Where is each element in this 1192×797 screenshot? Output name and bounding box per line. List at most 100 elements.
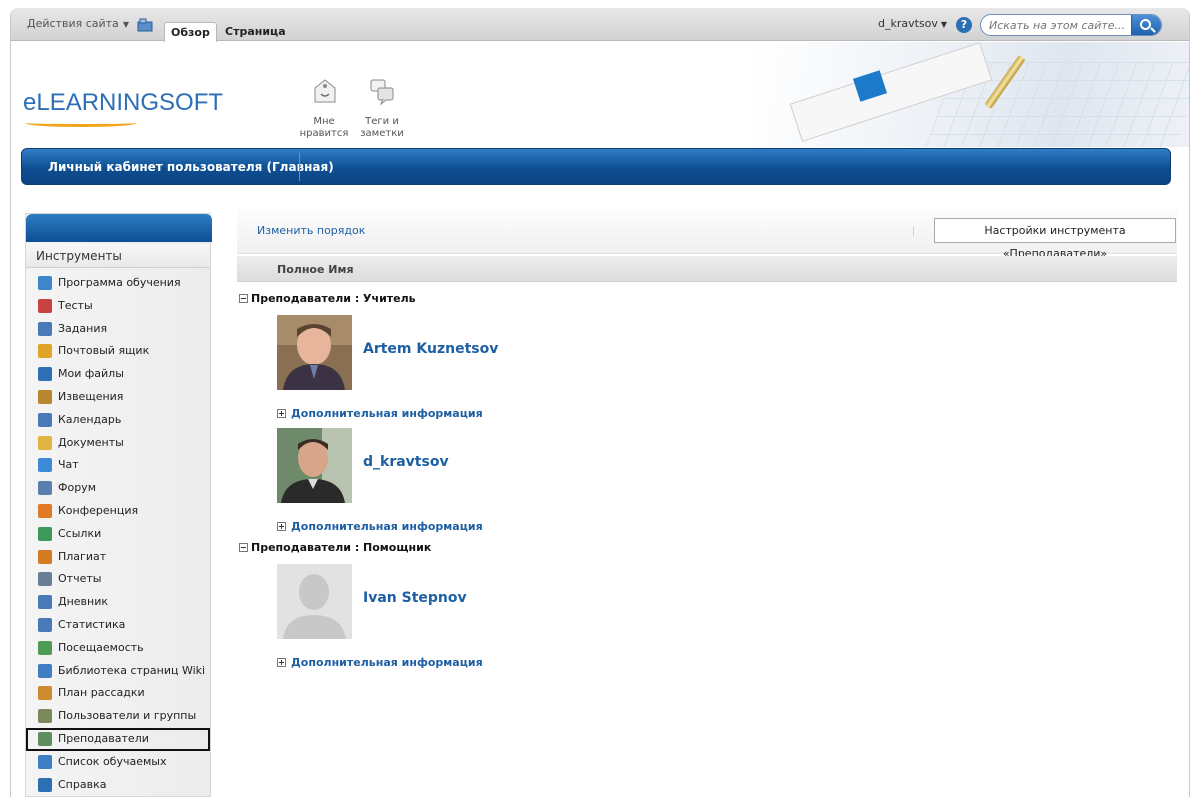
my-files-icon: [38, 367, 52, 382]
sidebar-item[interactable]: Плагиат: [26, 546, 210, 569]
person-card: d_kravtsov: [277, 428, 877, 508]
sidebar-item[interactable]: Статистика: [26, 614, 210, 637]
sidebar-item[interactable]: Документы: [26, 432, 210, 455]
expand-icon: [277, 658, 286, 667]
collapse-icon[interactable]: [239, 543, 248, 552]
sidebar-item-label: Программа обучения: [58, 276, 181, 289]
user-menu[interactable]: d_kravtsov ▼: [878, 17, 947, 30]
more-info-toggle[interactable]: Дополнительная информация: [277, 656, 483, 669]
group-header-teacher[interactable]: Преподаватели : Учитель: [239, 292, 416, 305]
search-button[interactable]: [1131, 15, 1161, 35]
sidebar-heading: Инструменты: [26, 244, 210, 268]
sidebar-item-label: Форум: [58, 481, 96, 495]
sidebar-item[interactable]: Преподаватели: [26, 727, 210, 751]
sidebar-item[interactable]: Мои файлы: [26, 363, 210, 386]
sidebar-item[interactable]: Чат: [26, 454, 210, 477]
default-avatar-placeholder[interactable]: [277, 564, 352, 639]
person-card: Artem Kuznetsov: [277, 315, 877, 395]
sidebar-item[interactable]: Посещаемость: [26, 637, 210, 660]
sidebar-item[interactable]: Почтовый ящик: [26, 340, 210, 363]
person-photo-dkravtsov[interactable]: [277, 428, 352, 503]
sidebar-item-label: Тесты: [58, 298, 93, 312]
sidebar-item[interactable]: Пользователи и группы: [26, 705, 210, 728]
navigate-up-icon[interactable]: [137, 18, 153, 32]
search-input[interactable]: [989, 18, 1129, 33]
sidebar-item-label: Календарь: [58, 412, 122, 426]
tags-label-line1: Теги и: [365, 116, 399, 127]
sidebar-item[interactable]: План рассадки: [26, 682, 210, 705]
sidebar-item-label: Плагиат: [58, 549, 107, 563]
tool-settings-button[interactable]: Настройки инструмента «Преподаватели»: [934, 218, 1176, 260]
mailbox-icon: [38, 344, 52, 359]
like-label-line2: нравится: [299, 128, 349, 139]
group-title: Преподаватели : Помощник: [251, 541, 432, 554]
tab-overview[interactable]: Обзор: [164, 22, 217, 42]
curriculum-icon: [38, 276, 52, 290]
learners-list-icon: [38, 754, 52, 769]
chevron-down-icon: ▼: [940, 20, 948, 29]
sidebar-item[interactable]: Задания: [26, 318, 210, 341]
collapse-icon[interactable]: [239, 294, 248, 303]
person-name-link[interactable]: d_kravtsov: [363, 454, 449, 470]
wiki-library-icon: [38, 663, 52, 678]
calendar-icon: [38, 412, 52, 427]
main-content: Изменить порядок Настройки инструмента «…: [237, 208, 1177, 797]
sidebar-item-label: Конференция: [58, 503, 139, 517]
sidebar-item[interactable]: Конференция: [26, 500, 210, 523]
person-name-link[interactable]: Ivan Stepnov: [363, 590, 467, 606]
sidebar-item[interactable]: Список обучаемых: [26, 751, 210, 774]
group-header-assistant[interactable]: Преподаватели : Помощник: [239, 541, 431, 554]
person-name-link[interactable]: Artem Kuznetsov: [363, 341, 498, 357]
logo-text: eLEARNINGSOFT: [23, 89, 224, 116]
sidebar-item[interactable]: Справка: [26, 774, 210, 797]
page-title[interactable]: Личный кабинет пользователя (Главная): [48, 160, 334, 174]
tab-page[interactable]: Страница: [219, 22, 292, 41]
links-icon: [38, 526, 52, 541]
sidebar-item[interactable]: Отчеты: [26, 568, 210, 591]
sidebar-item[interactable]: Тесты: [26, 295, 210, 318]
tests-icon: [38, 298, 52, 313]
plagiarism-icon: [38, 549, 52, 564]
assignments-icon: [38, 321, 52, 336]
sidebar-item[interactable]: Программа обучения: [26, 272, 210, 295]
sidebar-item[interactable]: Извещения: [26, 386, 210, 409]
help-icon[interactable]: ?: [956, 17, 972, 33]
sidebar-cap: [26, 214, 212, 242]
sidebar-item[interactable]: Дневник: [26, 591, 210, 614]
expand-icon: [277, 409, 286, 418]
sidebar-item-label: Отчеты: [58, 572, 102, 586]
sidebar-item-label: Статистика: [58, 617, 126, 631]
main-toolbar: Изменить порядок Настройки инструмента «…: [237, 208, 1177, 260]
reorder-link[interactable]: Изменить порядок: [257, 224, 365, 237]
person-photo-artem[interactable]: [277, 315, 352, 390]
documents-icon: [38, 435, 52, 450]
sidebar-item-label: Преподаватели: [58, 731, 149, 745]
conference-icon: [38, 503, 52, 518]
sidebar-item-label: Задания: [58, 321, 108, 335]
more-info-toggle[interactable]: Дополнительная информация: [277, 520, 483, 533]
help-icon: [38, 777, 52, 792]
site-actions-label: Действия сайта: [27, 17, 119, 30]
sidebar-item[interactable]: Календарь: [26, 409, 210, 432]
person-card: Ivan Stepnov: [277, 564, 877, 644]
tags-label-line2: заметки: [360, 128, 404, 139]
tags-notes-button[interactable]: Теги и заметки: [354, 78, 410, 140]
sidebar-item-label: Мои файлы: [58, 367, 124, 381]
group-title: Преподаватели : Учитель: [251, 292, 416, 305]
thumbs-up-tag-icon: [314, 79, 336, 103]
site-actions-menu[interactable]: Действия сайта ▼: [27, 17, 129, 30]
more-info-label: Дополнительная информация: [291, 520, 483, 533]
sidebar-item[interactable]: Библиотека страниц Wiki: [26, 660, 210, 683]
users-groups-icon: [38, 709, 52, 724]
sidebar-item-label: Ссылки: [58, 526, 102, 540]
sidebar-item-label: Почтовый ящик: [58, 344, 150, 358]
column-header-fullname[interactable]: Полное Имя: [237, 256, 1177, 282]
reports-icon: [38, 572, 52, 587]
sidebar-item[interactable]: Ссылки: [26, 523, 210, 546]
site-logo[interactable]: eLEARNINGSOFT: [23, 89, 224, 127]
more-info-toggle[interactable]: Дополнительная информация: [277, 407, 483, 420]
sidebar-item[interactable]: Форум: [26, 477, 210, 500]
attendance-icon: [38, 640, 52, 655]
like-button[interactable]: Мне нравится: [296, 78, 352, 140]
sidebar-list: Программа обучения Тесты Задания Почтовый я…: [26, 272, 210, 796]
